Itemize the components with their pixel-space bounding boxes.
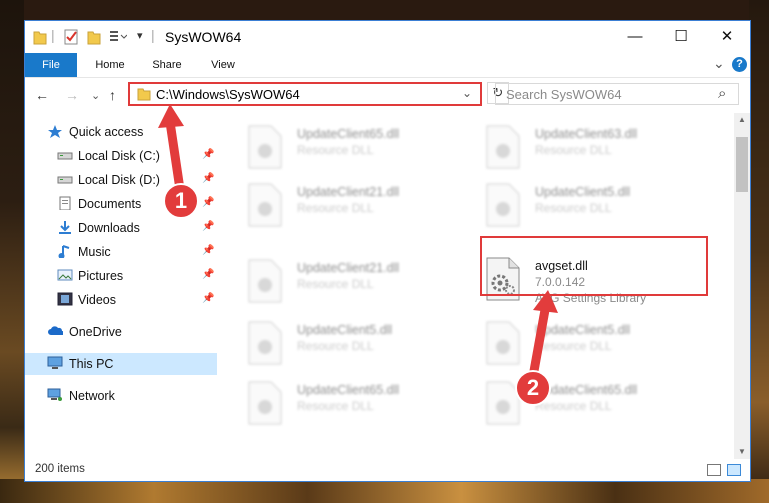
step-1-callout: 1: [163, 183, 199, 219]
step-2-callout: 2: [515, 370, 551, 406]
annotation-arrows: [158, 104, 558, 383]
